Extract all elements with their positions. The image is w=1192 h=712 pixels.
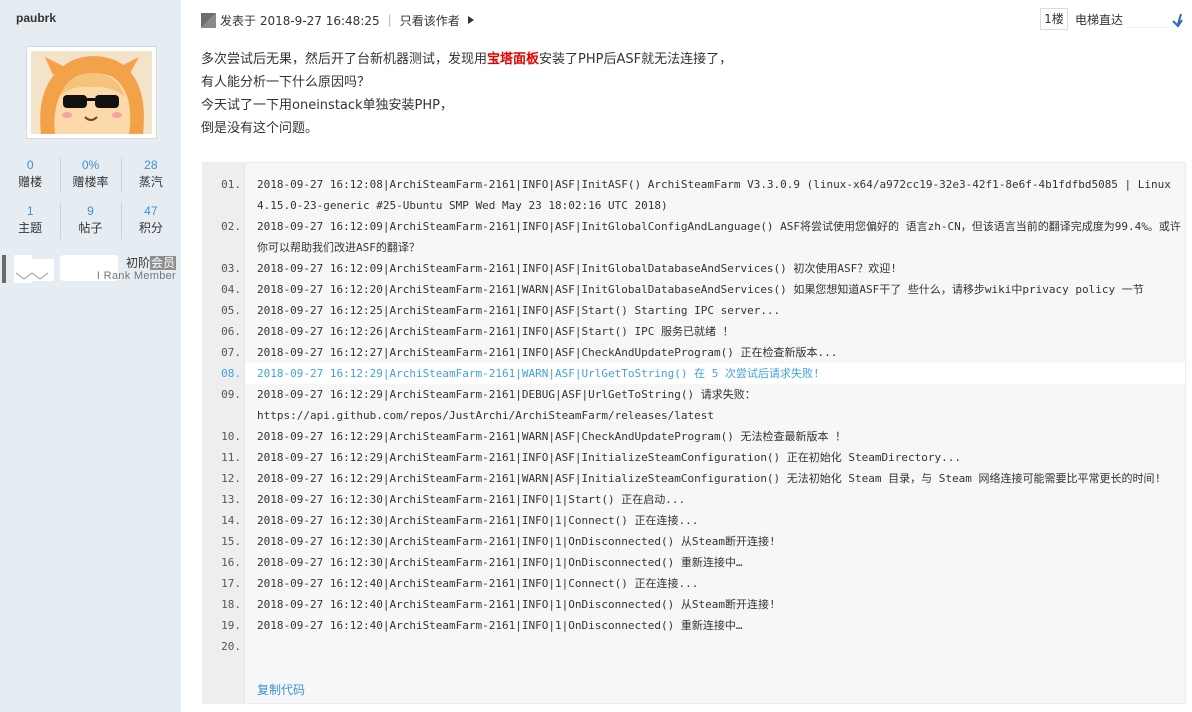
avatar-frame[interactable]	[26, 46, 157, 139]
code-line: 02. 2018-09-27 16:12:09|ArchiSteamFarm-21…	[221, 216, 1185, 258]
line-number: 12.	[221, 472, 241, 485]
code-line: 19. 2018-09-27 16:12:40|ArchiSteamFarm-21…	[221, 615, 1185, 636]
code-line: 17. 2018-09-27 16:12:40|ArchiSteamFarm-21…	[221, 573, 1185, 594]
line-number: 14.	[221, 514, 241, 527]
post-content: 多次尝试后无果，然后开了台新机器测试，发现用宝塔面板安装了PHP后ASF就无法连…	[201, 48, 732, 140]
code-line: 06. 2018-09-27 16:12:26|ArchiSteamFarm-21…	[221, 321, 1185, 342]
stats-row-2: 1 主题 9 帖子 47 积分	[0, 203, 181, 241]
stat-steam[interactable]: 28 蒸汽	[120, 157, 181, 195]
line-number: 04.	[221, 283, 241, 296]
floor-number[interactable]: 1楼	[1040, 8, 1068, 30]
code-line-text: 2018-09-27 16:12:25|ArchiSteamFarm-2161|…	[257, 304, 781, 317]
post-header: 发表于 2018-9-27 16:48:25 | 只看该作者	[201, 11, 476, 29]
post-line-3: 今天试了一下用oneinstack单独安装PHP，	[201, 98, 454, 113]
code-line: 15. 2018-09-27 16:12:30|ArchiSteamFarm-21…	[221, 531, 1185, 552]
code-line-text: 2018-09-27 16:12:30|ArchiSteamFarm-2161|…	[257, 556, 743, 569]
code-line: 11. 2018-09-27 16:12:29|ArchiSteamFarm-21…	[221, 447, 1185, 468]
stat-threads[interactable]: 1 主题	[0, 203, 60, 241]
code-line-text: 2018-09-27 16:12:40|ArchiSteamFarm-2161|…	[257, 619, 743, 632]
code-line-text: 2018-09-27 16:12:09|ArchiSteamFarm-2161|…	[257, 262, 897, 275]
code-line: 05. 2018-09-27 16:12:25|ArchiSteamFarm-21…	[221, 300, 1185, 321]
code-line: 04. 2018-09-27 16:12:20|ArchiSteamFarm-21…	[221, 279, 1185, 300]
code-line-text: 2018-09-27 16:12:30|ArchiSteamFarm-2161|…	[257, 514, 699, 527]
code-line: 07. 2018-09-27 16:12:27|ArchiSteamFarm-21…	[221, 342, 1185, 363]
rank-subtitle: I Rank Member	[96, 270, 176, 282]
line-number: 01.	[221, 178, 241, 191]
line-number: 20.	[221, 640, 241, 653]
header-separator: |	[387, 13, 392, 27]
post-line-2: 有人能分析一下什么原因吗？	[201, 75, 371, 90]
line-number: 08.	[221, 367, 241, 380]
code-line-text: 2018-09-27 16:12:29|ArchiSteamFarm-2161|…	[257, 472, 1162, 485]
code-block: 01. 2018-09-27 16:12:08|ArchiSteamFarm-21…	[202, 162, 1186, 704]
line-number: 19.	[221, 619, 241, 632]
line-number: 16.	[221, 556, 241, 569]
line-number: 11.	[221, 451, 241, 464]
line-number: 17.	[221, 577, 241, 590]
username[interactable]: paubrk	[16, 11, 56, 25]
code-line-text: 2018-09-27 16:12:29|ArchiSteamFarm-2161|…	[257, 430, 847, 443]
post-line-1: 多次尝试后无果，然后开了台新机器测试，发现用宝塔面板安装了PHP后ASF就无法连…	[201, 52, 733, 67]
line-number: 13.	[221, 493, 241, 506]
code-line: 14. 2018-09-27 16:12:30|ArchiSteamFarm-21…	[221, 510, 1185, 531]
code-line-text: 2018-09-27 16:12:40|ArchiSteamFarm-2161|…	[257, 598, 776, 611]
code-line-text: 2018-09-27 16:12:29|ArchiSteamFarm-2161|…	[257, 388, 756, 422]
user-rank: 初阶会员 I Rank Member	[0, 251, 181, 287]
code-lines: 01. 2018-09-27 16:12:08|ArchiSteamFarm-21…	[221, 174, 1185, 653]
post-date: 发表于 2018-9-27 16:48:25	[220, 13, 380, 28]
jump-label: 电梯直达	[1075, 13, 1124, 27]
stat-gift-rate[interactable]: 0% 赠楼率	[60, 157, 120, 195]
code-line: 16. 2018-09-27 16:12:30|ArchiSteamFarm-21…	[221, 552, 1185, 573]
code-line-text: 2018-09-27 16:12:30|ArchiSteamFarm-2161|…	[257, 493, 686, 506]
code-line-text: 2018-09-27 16:12:29|ArchiSteamFarm-2161|…	[257, 451, 962, 464]
line-number: 05.	[221, 304, 241, 317]
post-line-4: 倒是没有这个问题。	[201, 121, 319, 136]
line-number: 02.	[221, 220, 241, 233]
line-number: 18.	[221, 598, 241, 611]
avatar[interactable]	[31, 51, 152, 134]
stat-gift-floor[interactable]: 0 赠楼	[0, 157, 60, 195]
code-line-text: 2018-09-27 16:12:20|ArchiSteamFarm-2161|…	[257, 283, 1144, 296]
line-number: 03.	[221, 262, 241, 275]
emphasis-text: 宝塔面板	[487, 52, 540, 67]
user-sidebar: paubrk 0 赠楼 0% 赠楼率 28 蒸汽 1 主题 9 帖子 47 积分…	[0, 0, 181, 712]
rank-badge-icon	[2, 253, 58, 285]
code-line: 12. 2018-09-27 16:12:29|ArchiSteamFarm-21…	[221, 468, 1185, 489]
code-line: 18. 2018-09-27 16:12:40|ArchiSteamFarm-21…	[221, 594, 1185, 615]
jump-arrow-icon[interactable]	[1170, 12, 1186, 28]
stat-points[interactable]: 47 积分	[120, 203, 181, 241]
code-line-text: 2018-09-27 16:12:40|ArchiSteamFarm-2161|…	[257, 577, 699, 590]
jump-floor-input[interactable]	[1127, 10, 1167, 28]
line-number: 09.	[221, 388, 241, 401]
line-number: 06.	[221, 325, 241, 338]
stats-row-1: 0 赠楼 0% 赠楼率 28 蒸汽	[0, 157, 181, 195]
copy-code-link[interactable]: 复制代码	[257, 681, 305, 698]
code-line-text: 2018-09-27 16:12:29|ArchiSteamFarm-2161|…	[257, 367, 820, 380]
rank-title: 初阶会员	[125, 256, 176, 270]
line-number: 10.	[221, 430, 241, 443]
code-line-text: 2018-09-27 16:12:26|ArchiSteamFarm-2161|…	[257, 325, 734, 338]
line-number: 15.	[221, 535, 241, 548]
code-line: 09. 2018-09-27 16:12:29|ArchiSteamFarm-21…	[221, 384, 1185, 426]
code-line-text: 2018-09-27 16:12:08|ArchiSteamFarm-2161|…	[257, 178, 1178, 212]
post-icon	[201, 12, 216, 28]
code-line-text: 2018-09-27 16:12:09|ArchiSteamFarm-2161|…	[257, 220, 1181, 254]
code-line: 08. 2018-09-27 16:12:29|ArchiSteamFarm-21…	[221, 363, 1185, 384]
code-line: 10. 2018-09-27 16:12:29|ArchiSteamFarm-21…	[221, 426, 1185, 447]
triangle-right-icon[interactable]	[466, 15, 476, 25]
only-author-link[interactable]: 只看该作者	[400, 12, 460, 29]
line-number: 07.	[221, 346, 241, 359]
stat-posts[interactable]: 9 帖子	[60, 203, 120, 241]
code-line-text: 2018-09-27 16:12:30|ArchiSteamFarm-2161|…	[257, 535, 776, 548]
code-line: 01. 2018-09-27 16:12:08|ArchiSteamFarm-21…	[221, 174, 1185, 216]
code-line-text: 2018-09-27 16:12:27|ArchiSteamFarm-2161|…	[257, 346, 838, 359]
code-line: 13. 2018-09-27 16:12:30|ArchiSteamFarm-21…	[221, 489, 1185, 510]
code-line: 03. 2018-09-27 16:12:09|ArchiSteamFarm-21…	[221, 258, 1185, 279]
